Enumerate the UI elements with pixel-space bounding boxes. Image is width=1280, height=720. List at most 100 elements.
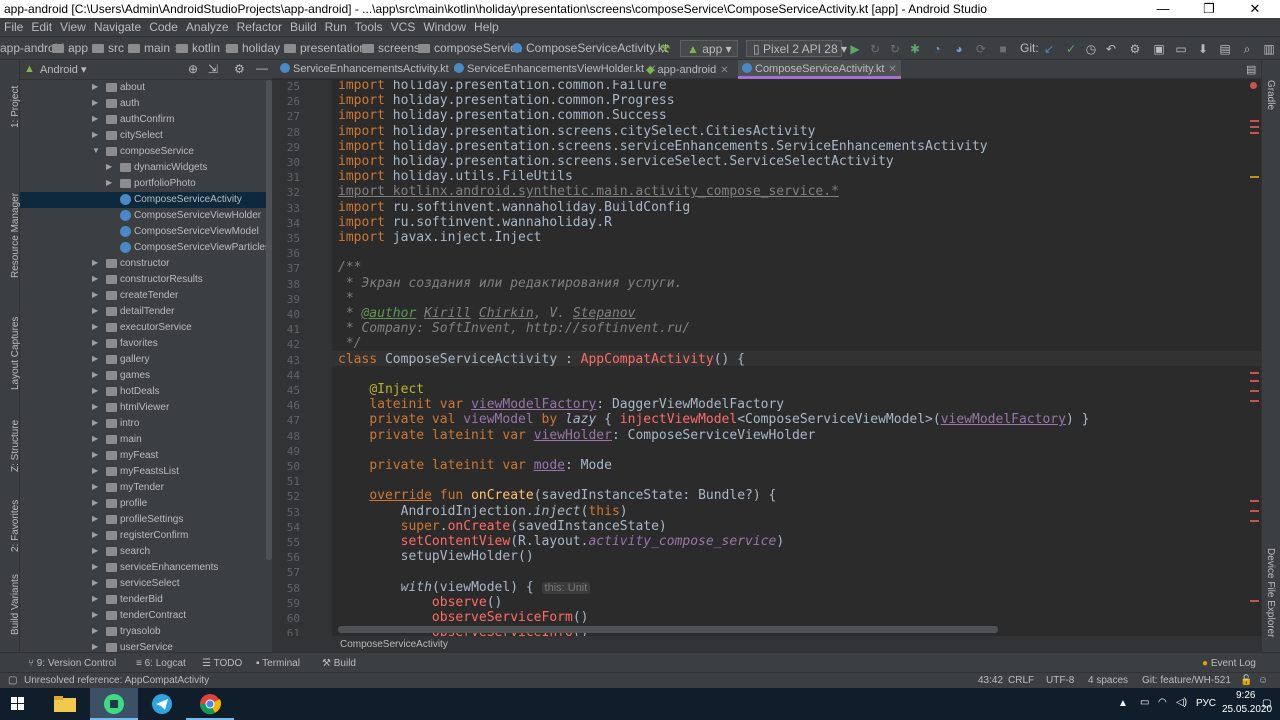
git-update-icon[interactable]: ↙ [1042,42,1056,56]
tree-item[interactable]: ▶ detailTender [20,304,272,320]
avd-manager-icon[interactable]: ▭ [1174,42,1188,56]
tree-item[interactable]: ▶ hotDeals [20,384,272,400]
chevron-right-icon[interactable]: ▶ [92,610,98,619]
hammer-icon[interactable]: ⚒ [658,42,672,56]
chevron-right-icon[interactable]: ▶ [92,402,98,411]
tree-item[interactable]: ▶ tryasolob [20,624,272,640]
menu-edit[interactable]: Edit [27,18,56,34]
breadcrumb-main[interactable]: main› [128,41,178,55]
tree-item[interactable]: ▶ search [20,544,272,560]
run-icon[interactable]: ▶ [848,42,862,56]
breadcrumb-file[interactable]: ComposeServiceActivity.kt [512,41,667,55]
tab-service-enhancements-activity[interactable]: ServiceEnhancementsActivity.kt✕ [280,60,461,79]
chevron-right-icon[interactable]: ▶ [92,274,98,283]
close-tab-icon[interactable]: ✕ [720,65,728,76]
tree-item[interactable]: ▶ constructor [20,256,272,272]
tree-item[interactable]: ▶ portfolioPhoto [20,176,272,192]
attach-debugger-icon[interactable]: ◕ [952,42,966,56]
tree-item[interactable]: ▶ userService [20,640,272,652]
chevron-right-icon[interactable]: ▶ [92,514,98,523]
breadcrumb-presentation[interactable]: presentation› [284,41,374,55]
volume-icon[interactable]: ◁) [1176,697,1187,708]
tree-item[interactable]: ▶ favorites [20,336,272,352]
wifi-icon[interactable]: ◠ [1158,697,1167,708]
android-studio-taskbar[interactable] [90,688,138,720]
hide-icon[interactable]: — [256,61,268,75]
tree-item[interactable]: ▶ registerConfirm [20,528,272,544]
tree-item[interactable]: ▶ myFeastsList [20,464,272,480]
locate-icon[interactable]: ⊕ [188,62,198,76]
chevron-right-icon[interactable]: ▶ [92,322,98,331]
error-stripe[interactable] [1250,600,1259,602]
chevron-right-icon[interactable]: ▶ [92,258,98,267]
error-stripe[interactable] [1250,380,1259,382]
error-stripe[interactable] [1250,500,1259,502]
error-stripe[interactable] [1250,120,1259,122]
minimize-button[interactable]: — [1140,0,1186,18]
file-explorer-taskbar[interactable] [42,688,90,720]
close-tab-icon[interactable]: ✕ [888,64,896,75]
tree-item[interactable]: ▶ createTender [20,288,272,304]
device-select[interactable]: ▯ Pixel 2 API 28 ▾ [746,40,847,57]
assistant-icon[interactable]: ▥ [1262,42,1276,56]
menu-file[interactable]: File [0,18,27,34]
editor-horizontal-scrollbar[interactable] [338,626,998,633]
error-stripe[interactable] [1250,520,1259,522]
chevron-right-icon[interactable]: ▶ [106,178,112,187]
error-stripe[interactable] [1250,400,1259,402]
tree-item[interactable]: ComposeServiceActivity [20,192,272,208]
menu-refactor[interactable]: Refactor [233,18,286,34]
warning-stripe[interactable] [1250,176,1259,178]
error-stripe[interactable] [1250,372,1259,374]
editor-breadcrumb-item[interactable]: ComposeServiceActivity [340,639,448,650]
profile-icon[interactable]: ◔ [930,42,944,56]
breadcrumb-app[interactable]: app› [52,41,96,55]
chevron-right-icon[interactable]: ▶ [92,562,98,571]
chevron-right-icon[interactable]: ▶ [92,626,98,635]
tab-list-icon[interactable]: ▤ [1246,63,1256,76]
chevron-right-icon[interactable]: ▶ [92,530,98,539]
tree-item[interactable]: ▶ games [20,368,272,384]
tree-item[interactable]: ▶ citySelect [20,128,272,144]
chevron-right-icon[interactable]: ▶ [92,306,98,315]
chevron-right-icon[interactable]: ▶ [92,498,98,507]
git-commit-icon[interactable]: ✓ [1064,42,1078,56]
tree-item[interactable]: ▶ myTender [20,480,272,496]
menu-window[interactable]: Window [419,18,470,34]
chevron-right-icon[interactable]: ▶ [92,290,98,299]
tree-item[interactable]: ▶ tenderContract [20,608,272,624]
chrome-taskbar[interactable] [186,688,234,720]
tree-item[interactable]: ▶ constructorResults [20,272,272,288]
caret-position[interactable]: 43:42 [978,675,1003,686]
close-button[interactable]: ✕ [1232,0,1278,18]
tree-item[interactable]: ComposeServiceViewModel [20,224,272,240]
chevron-right-icon[interactable]: ▶ [92,386,98,395]
tree-item[interactable]: ▶ serviceSelect [20,576,272,592]
layout-inspector-icon[interactable]: ▤ [1218,42,1232,56]
rollback-icon[interactable]: ↶ [1104,42,1118,56]
apply-changes-icon[interactable]: ↻ [868,42,882,56]
menu-analyze[interactable]: Analyze [182,18,233,34]
tool-device-file-explorer[interactable]: Device File Explorer [1265,548,1276,637]
error-stripe[interactable] [1250,126,1259,128]
tab-build[interactable]: ⚒ Build [322,658,356,669]
tab-logcat[interactable]: ≡ 6: Logcat [136,658,186,669]
tree-item[interactable]: ▶ auth [20,96,272,112]
menu-tools[interactable]: Tools [351,18,387,34]
menu-navigate[interactable]: Navigate [90,18,145,34]
chevron-right-icon[interactable]: ▶ [92,354,98,363]
tree-item[interactable]: ▶ htmlViewer [20,400,272,416]
start-button[interactable] [0,688,48,720]
project-view-select[interactable]: Android ▾ [40,63,87,76]
chevron-right-icon[interactable]: ▶ [92,370,98,379]
structure-icon[interactable]: ▣ [1152,42,1166,56]
tree-item[interactable]: ▶ dynamicWidgets [20,160,272,176]
gear-icon[interactable]: ⚙ [234,62,245,76]
tree-item[interactable]: ▼ composeService [20,144,272,160]
tree-item[interactable]: ▶ intro [20,416,272,432]
chevron-right-icon[interactable]: ▶ [92,418,98,427]
chevron-right-icon[interactable]: ▶ [92,482,98,491]
menu-code[interactable]: Code [145,18,182,34]
run-config-select[interactable]: ▲ app ▾ [680,40,738,57]
menu-build[interactable]: Build [286,18,321,34]
